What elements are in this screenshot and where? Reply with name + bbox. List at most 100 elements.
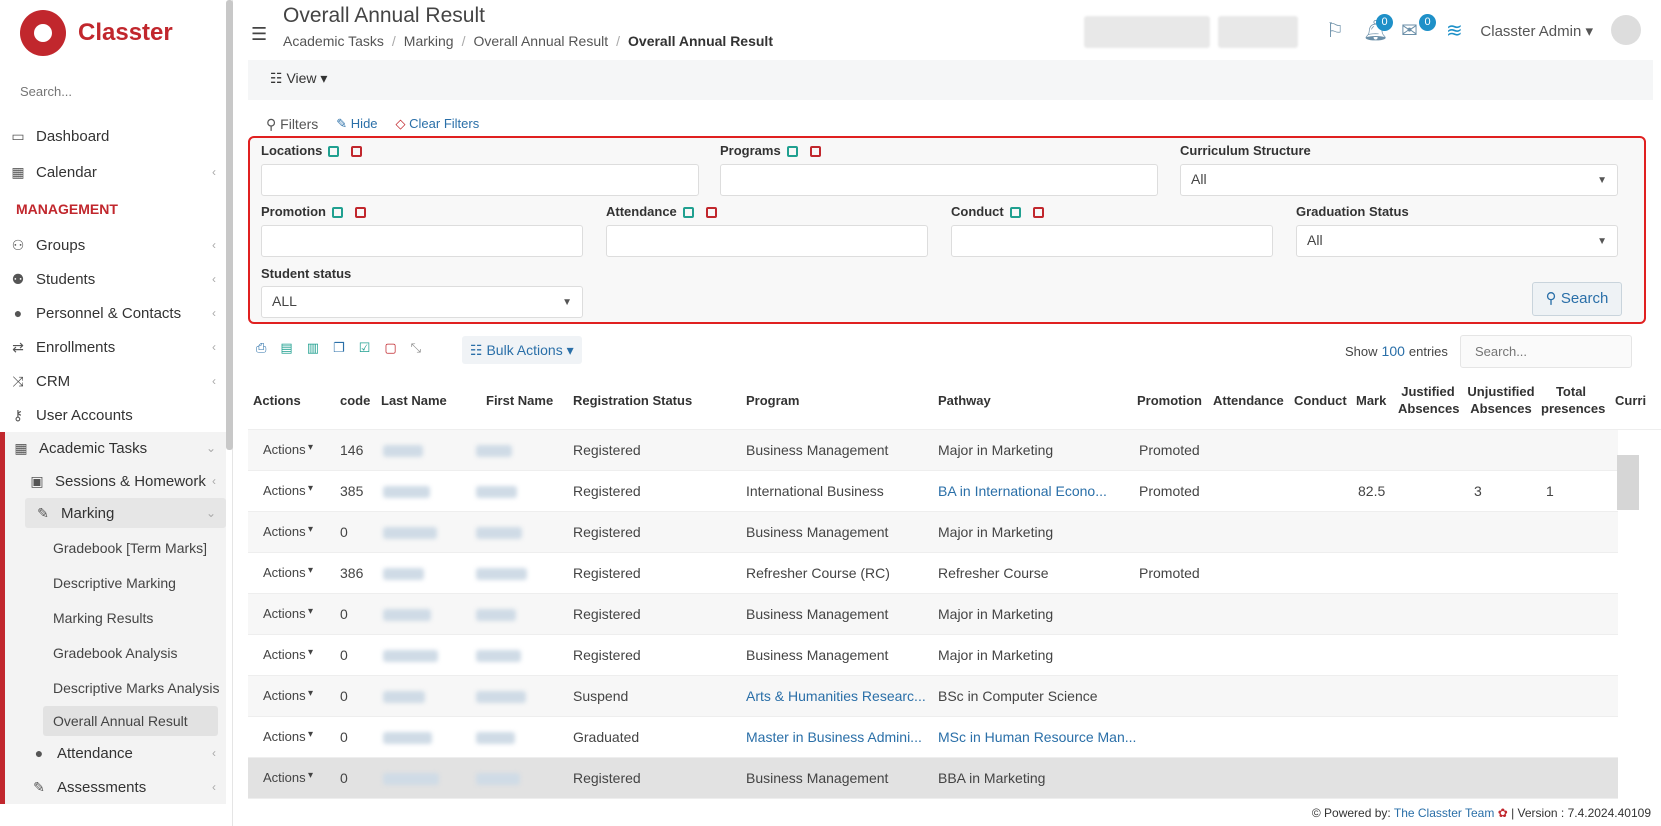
cell-first-name-redacted[interactable] — [476, 732, 515, 744]
sidebar-item-marking[interactable]: ✎ Marking ⌄ — [25, 498, 226, 528]
programs-field[interactable] — [720, 164, 1158, 196]
breadcrumb-item[interactable]: Academic Tasks — [283, 33, 384, 49]
sidebar-item-sessions[interactable]: ▣ Sessions & Homework ‹ — [5, 464, 226, 498]
select-all-icon[interactable] — [786, 146, 798, 158]
col-justified-absences[interactable]: Justified Absences — [1398, 383, 1459, 417]
actions-dropdown[interactable]: Actions — [263, 606, 306, 621]
sidebar-item-overall-annual-result[interactable]: Overall Annual Result — [43, 706, 218, 736]
actions-dropdown[interactable]: Actions — [263, 524, 306, 539]
col-curriculum[interactable]: Curri — [1615, 392, 1646, 409]
sidebar-item-calendar[interactable]: ▦ Calendar ‹ — [0, 154, 226, 190]
col-program[interactable]: Program — [746, 392, 799, 409]
actions-dropdown[interactable]: Actions — [263, 688, 306, 703]
table-scrollbar[interactable] — [1617, 455, 1639, 510]
col-actions[interactable]: Actions — [253, 392, 301, 409]
cell-last-name-redacted[interactable] — [383, 486, 430, 498]
select-all-icon[interactable] — [332, 207, 343, 219]
col-pathway[interactable]: Pathway — [938, 392, 991, 409]
cell-pathway[interactable]: MSc in Human Resource Man... — [938, 729, 1136, 745]
sidebar-item-user-accounts[interactable]: ⚷ User Accounts — [0, 398, 226, 432]
clear-filters-link[interactable]: ◇ Clear Filters — [396, 116, 480, 133]
sidebar-item-crm[interactable]: ⤨ CRM ‹ — [0, 364, 226, 398]
sidebar-item-students[interactable]: ⚉ Students ‹ — [0, 262, 226, 296]
sidebar-item-personnel[interactable]: ● Personnel & Contacts ‹ — [0, 296, 226, 330]
cell-last-name-redacted[interactable] — [383, 527, 437, 539]
user-menu[interactable]: Classter Admin ▾ — [1480, 22, 1593, 40]
school-selector[interactable] — [1084, 16, 1210, 48]
col-registration-status[interactable]: Registration Status — [573, 392, 692, 409]
sidebar-item-academic-tasks[interactable]: ▦ Academic Tasks ⌄ — [5, 432, 226, 464]
cell-first-name-redacted[interactable] — [476, 773, 520, 785]
deselect-all-icon[interactable]: ▢ — [384, 340, 396, 356]
col-promotion[interactable]: Promotion — [1137, 392, 1202, 409]
select-all-icon[interactable]: ☑ — [359, 340, 371, 356]
hide-filters-link[interactable]: ✎ Hide — [336, 116, 377, 133]
sidebar-item-descriptive-marking[interactable]: Descriptive Marking — [5, 566, 226, 601]
cell-last-name-redacted[interactable] — [383, 650, 438, 662]
logo[interactable]: Classter — [20, 10, 173, 56]
table-search-input[interactable] — [1460, 335, 1632, 368]
layers-icon[interactable]: ≋ — [1446, 18, 1463, 43]
conduct-field[interactable] — [951, 225, 1273, 257]
year-selector[interactable] — [1218, 16, 1298, 48]
cell-program[interactable]: Master in Business Admini... — [746, 729, 922, 745]
cell-first-name-redacted[interactable] — [476, 568, 527, 580]
actions-dropdown[interactable]: Actions — [263, 770, 306, 785]
cell-first-name-redacted[interactable] — [476, 650, 521, 662]
bulk-actions-button[interactable]: ☷ Bulk Actions ▾ — [462, 336, 582, 364]
sidebar-item-groups[interactable]: ⚇ Groups ‹ — [0, 228, 226, 262]
sidebar-item-marking-results[interactable]: Marking Results — [5, 601, 226, 636]
sidebar-scrollbar[interactable] — [226, 0, 233, 450]
excel-icon[interactable]: ▤ — [280, 340, 292, 356]
col-conduct[interactable]: Conduct — [1294, 392, 1347, 409]
promotion-field[interactable] — [261, 225, 583, 257]
col-last-name[interactable]: Last Name — [381, 392, 447, 409]
view-dropdown-button[interactable]: ☷ View ▾ — [270, 70, 327, 87]
sidebar-search-input[interactable] — [20, 84, 210, 99]
avatar[interactable] — [1611, 15, 1641, 45]
select-all-icon[interactable] — [328, 146, 340, 158]
graduation-select[interactable]: All ▼ — [1296, 225, 1618, 257]
cell-last-name-redacted[interactable] — [383, 773, 439, 785]
print-icon[interactable]: ⎙ — [256, 340, 266, 356]
cell-first-name-redacted[interactable] — [476, 609, 516, 621]
col-first-name[interactable]: First Name — [486, 392, 553, 409]
actions-dropdown[interactable]: Actions — [263, 483, 306, 498]
sidebar-item-gradebook[interactable]: Gradebook [Term Marks] — [5, 531, 226, 566]
cell-last-name-redacted[interactable] — [383, 568, 424, 580]
deselect-all-icon[interactable] — [351, 146, 363, 158]
col-unjustified-absences[interactable]: Unjustified Absences — [1467, 383, 1535, 417]
actions-dropdown[interactable]: Actions — [263, 729, 306, 744]
select-all-icon[interactable] — [682, 207, 694, 219]
col-mark[interactable]: Mark — [1356, 392, 1386, 409]
sidebar-item-assessments[interactable]: ✎ Assessments ‹ — [5, 770, 226, 804]
cell-first-name-redacted[interactable] — [476, 445, 512, 457]
deselect-all-icon[interactable] — [809, 146, 821, 158]
select-all-icon[interactable] — [1009, 207, 1021, 219]
col-attendance[interactable]: Attendance — [1213, 392, 1284, 409]
cell-first-name-redacted[interactable] — [476, 486, 517, 498]
cell-first-name-redacted[interactable] — [476, 691, 526, 703]
cell-last-name-redacted[interactable] — [383, 732, 432, 744]
col-total-presences[interactable]: Total presences — [1541, 383, 1605, 417]
curriculum-select[interactable]: All ▼ — [1180, 164, 1618, 196]
sidebar-item-gradebook-analysis[interactable]: Gradebook Analysis — [5, 636, 226, 671]
copy-icon[interactable]: ❐ — [333, 340, 345, 356]
actions-dropdown[interactable]: Actions — [263, 647, 306, 662]
cell-first-name-redacted[interactable] — [476, 527, 522, 539]
attendance-field[interactable] — [606, 225, 928, 257]
compress-icon[interactable]: ⤡ — [411, 340, 421, 356]
sidebar-item-attendance[interactable]: ● Attendance ‹ — [5, 736, 226, 770]
cell-last-name-redacted[interactable] — [383, 445, 423, 457]
menu-toggle-icon[interactable]: ☰ — [251, 24, 267, 45]
deselect-all-icon[interactable] — [705, 207, 717, 219]
sidebar-item-enrollments[interactable]: ⇄ Enrollments ‹ — [0, 330, 226, 364]
search-button[interactable]: ⚲ Search — [1532, 282, 1622, 316]
breadcrumb-item[interactable]: Overall Annual Result — [473, 33, 608, 49]
mail-icon[interactable]: ✉ — [1401, 18, 1418, 43]
cell-last-name-redacted[interactable] — [383, 691, 425, 703]
classter-team-link[interactable]: The Classter Team — [1394, 806, 1494, 820]
actions-dropdown[interactable]: Actions — [263, 442, 306, 457]
cell-pathway[interactable]: BA in International Econo... — [938, 483, 1107, 499]
sidebar-item-dashboard[interactable]: ▭ Dashboard — [0, 118, 226, 154]
